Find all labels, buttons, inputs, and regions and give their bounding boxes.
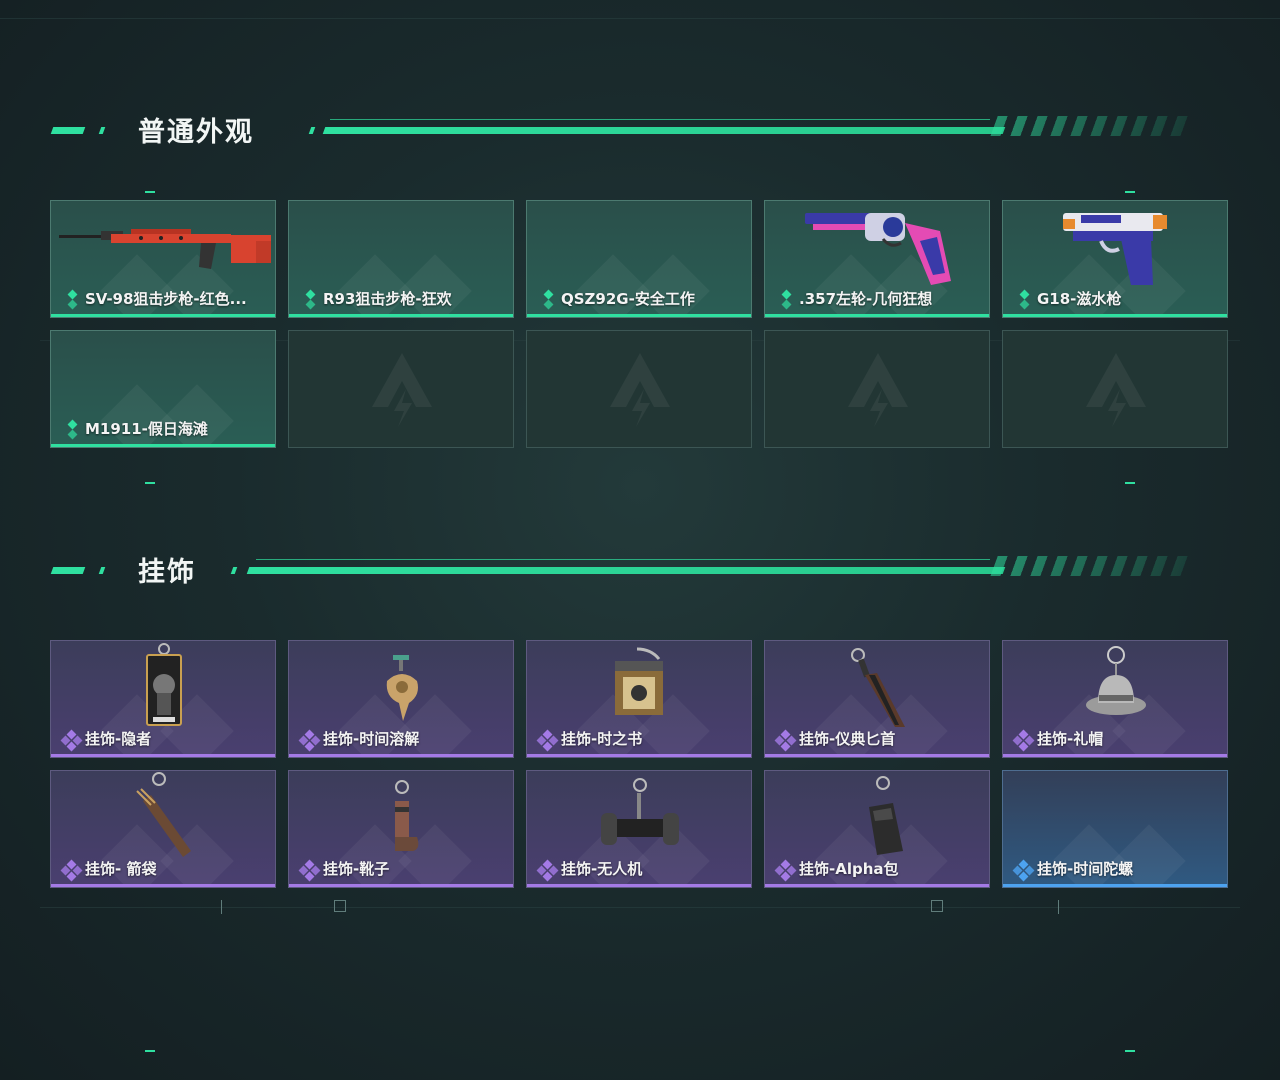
- empty-slot-card[interactable]: [288, 330, 514, 448]
- rarity-underline: [1003, 314, 1227, 317]
- item-card[interactable]: .357左轮-几何狂想: [764, 200, 990, 318]
- header-mark: [50, 567, 86, 574]
- corner-tick: [1125, 1050, 1135, 1052]
- item-name: 挂饰-仪典匕首: [799, 730, 896, 748]
- header-checker-pattern: [990, 116, 1198, 136]
- header-mark-small: [98, 127, 106, 134]
- rarity-underline: [51, 314, 275, 317]
- section-title-charms: 挂饰: [138, 557, 196, 588]
- rarity-green-icon: [779, 289, 795, 310]
- item-card[interactable]: 挂饰-无人机: [526, 770, 752, 888]
- item-name: 挂饰-隐者: [85, 730, 152, 748]
- item-name: 挂饰-无人机: [561, 860, 643, 878]
- frame-square-left: [334, 900, 346, 912]
- item-name: QSZ92G-安全工作: [561, 290, 695, 308]
- corner-tick: [1125, 191, 1135, 193]
- header-checker-pattern: [990, 556, 1198, 576]
- frame-line-bottom: [40, 907, 1240, 908]
- item-card[interactable]: SV-98狙击步枪-红色...: [50, 200, 276, 318]
- header-thin-line: [256, 559, 990, 560]
- empty-slot-card[interactable]: [526, 330, 752, 448]
- item-card[interactable]: R93狙击步枪-狂欢: [288, 200, 514, 318]
- rarity-purple-icon: [1012, 729, 1035, 752]
- item-name: .357左轮-几何狂想: [799, 290, 933, 308]
- item-card[interactable]: 挂饰-隐者: [50, 640, 276, 758]
- item-card[interactable]: 挂饰-时之书: [526, 640, 752, 758]
- rarity-underline: [765, 884, 989, 887]
- header-mark: [50, 127, 86, 134]
- rarity-underline: [1003, 884, 1227, 887]
- item-card[interactable]: 挂饰- 箭袋: [50, 770, 276, 888]
- item-card[interactable]: 挂饰-时间溶解: [288, 640, 514, 758]
- item-name: G18-滋水枪: [1037, 290, 1122, 308]
- corner-tick: [1125, 482, 1135, 484]
- rarity-underline: [527, 314, 751, 317]
- item-name: 挂饰-时之书: [561, 730, 643, 748]
- item-name: R93狙击步枪-狂欢: [323, 290, 452, 308]
- rarity-underline: [765, 314, 989, 317]
- header-mark-small: [230, 567, 238, 574]
- item-name: 挂饰-Alpha包: [799, 860, 899, 878]
- rarity-green-icon: [541, 289, 557, 310]
- empty-slot-card[interactable]: [764, 330, 990, 448]
- rarity-green-icon: [65, 289, 81, 310]
- empty-slot-card[interactable]: [1002, 330, 1228, 448]
- item-name: 挂饰-时间陀螺: [1037, 860, 1134, 878]
- frame-square-right: [931, 900, 943, 912]
- rarity-purple-icon: [298, 729, 321, 752]
- item-name: 挂饰-靴子: [323, 860, 390, 878]
- rarity-underline: [765, 754, 989, 757]
- item-name: 挂饰-礼帽: [1037, 730, 1104, 748]
- item-card[interactable]: 挂饰-靴子: [288, 770, 514, 888]
- item-name: M1911-假日海滩: [85, 420, 208, 438]
- header-mark-small: [98, 567, 106, 574]
- item-name: 挂饰- 箭袋: [85, 860, 157, 878]
- header-bar: [246, 567, 1006, 574]
- item-name: 挂饰-时间溶解: [323, 730, 420, 748]
- item-card[interactable]: 挂饰-礼帽: [1002, 640, 1228, 758]
- item-card[interactable]: 挂饰-时间陀螺: [1002, 770, 1228, 888]
- rarity-purple-icon: [774, 729, 797, 752]
- rarity-underline: [527, 754, 751, 757]
- corner-tick: [145, 1050, 155, 1052]
- rarity-purple-icon: [536, 859, 559, 882]
- rarity-underline: [289, 754, 513, 757]
- rarity-underline: [51, 444, 275, 447]
- rarity-blue-icon: [1012, 859, 1035, 882]
- rarity-purple-icon: [536, 729, 559, 752]
- rarity-underline: [1003, 754, 1227, 757]
- rarity-purple-icon: [298, 859, 321, 882]
- rarity-underline: [51, 884, 275, 887]
- item-card[interactable]: G18-滋水枪: [1002, 200, 1228, 318]
- section-title-skins: 普通外观: [138, 117, 254, 148]
- rarity-underline: [527, 884, 751, 887]
- section-header-charms: 挂饰: [0, 550, 1280, 590]
- rarity-underline: [289, 884, 513, 887]
- item-name: SV-98狙击步枪-红色...: [85, 290, 247, 308]
- rarity-purple-icon: [60, 859, 83, 882]
- frame-marker-left: [221, 900, 222, 914]
- item-card[interactable]: QSZ92G-安全工作: [526, 200, 752, 318]
- item-card[interactable]: 挂饰-仪典匕首: [764, 640, 990, 758]
- corner-tick: [145, 191, 155, 193]
- rarity-underline: [289, 314, 513, 317]
- rarity-underline: [51, 754, 275, 757]
- rarity-green-icon: [1017, 289, 1033, 310]
- section-header-skins: 普通外观: [0, 110, 1280, 150]
- rarity-purple-icon: [60, 729, 83, 752]
- frame-marker-right: [1058, 900, 1059, 914]
- corner-tick: [145, 482, 155, 484]
- header-bar: [322, 127, 1006, 134]
- item-card[interactable]: M1911-假日海滩: [50, 330, 276, 448]
- rarity-purple-icon: [774, 859, 797, 882]
- header-thin-line: [330, 119, 990, 120]
- item-card[interactable]: 挂饰-Alpha包: [764, 770, 990, 888]
- header-mark-small: [308, 127, 316, 134]
- frame-line-top: [0, 18, 1280, 19]
- rarity-green-icon: [65, 419, 81, 440]
- rarity-green-icon: [303, 289, 319, 310]
